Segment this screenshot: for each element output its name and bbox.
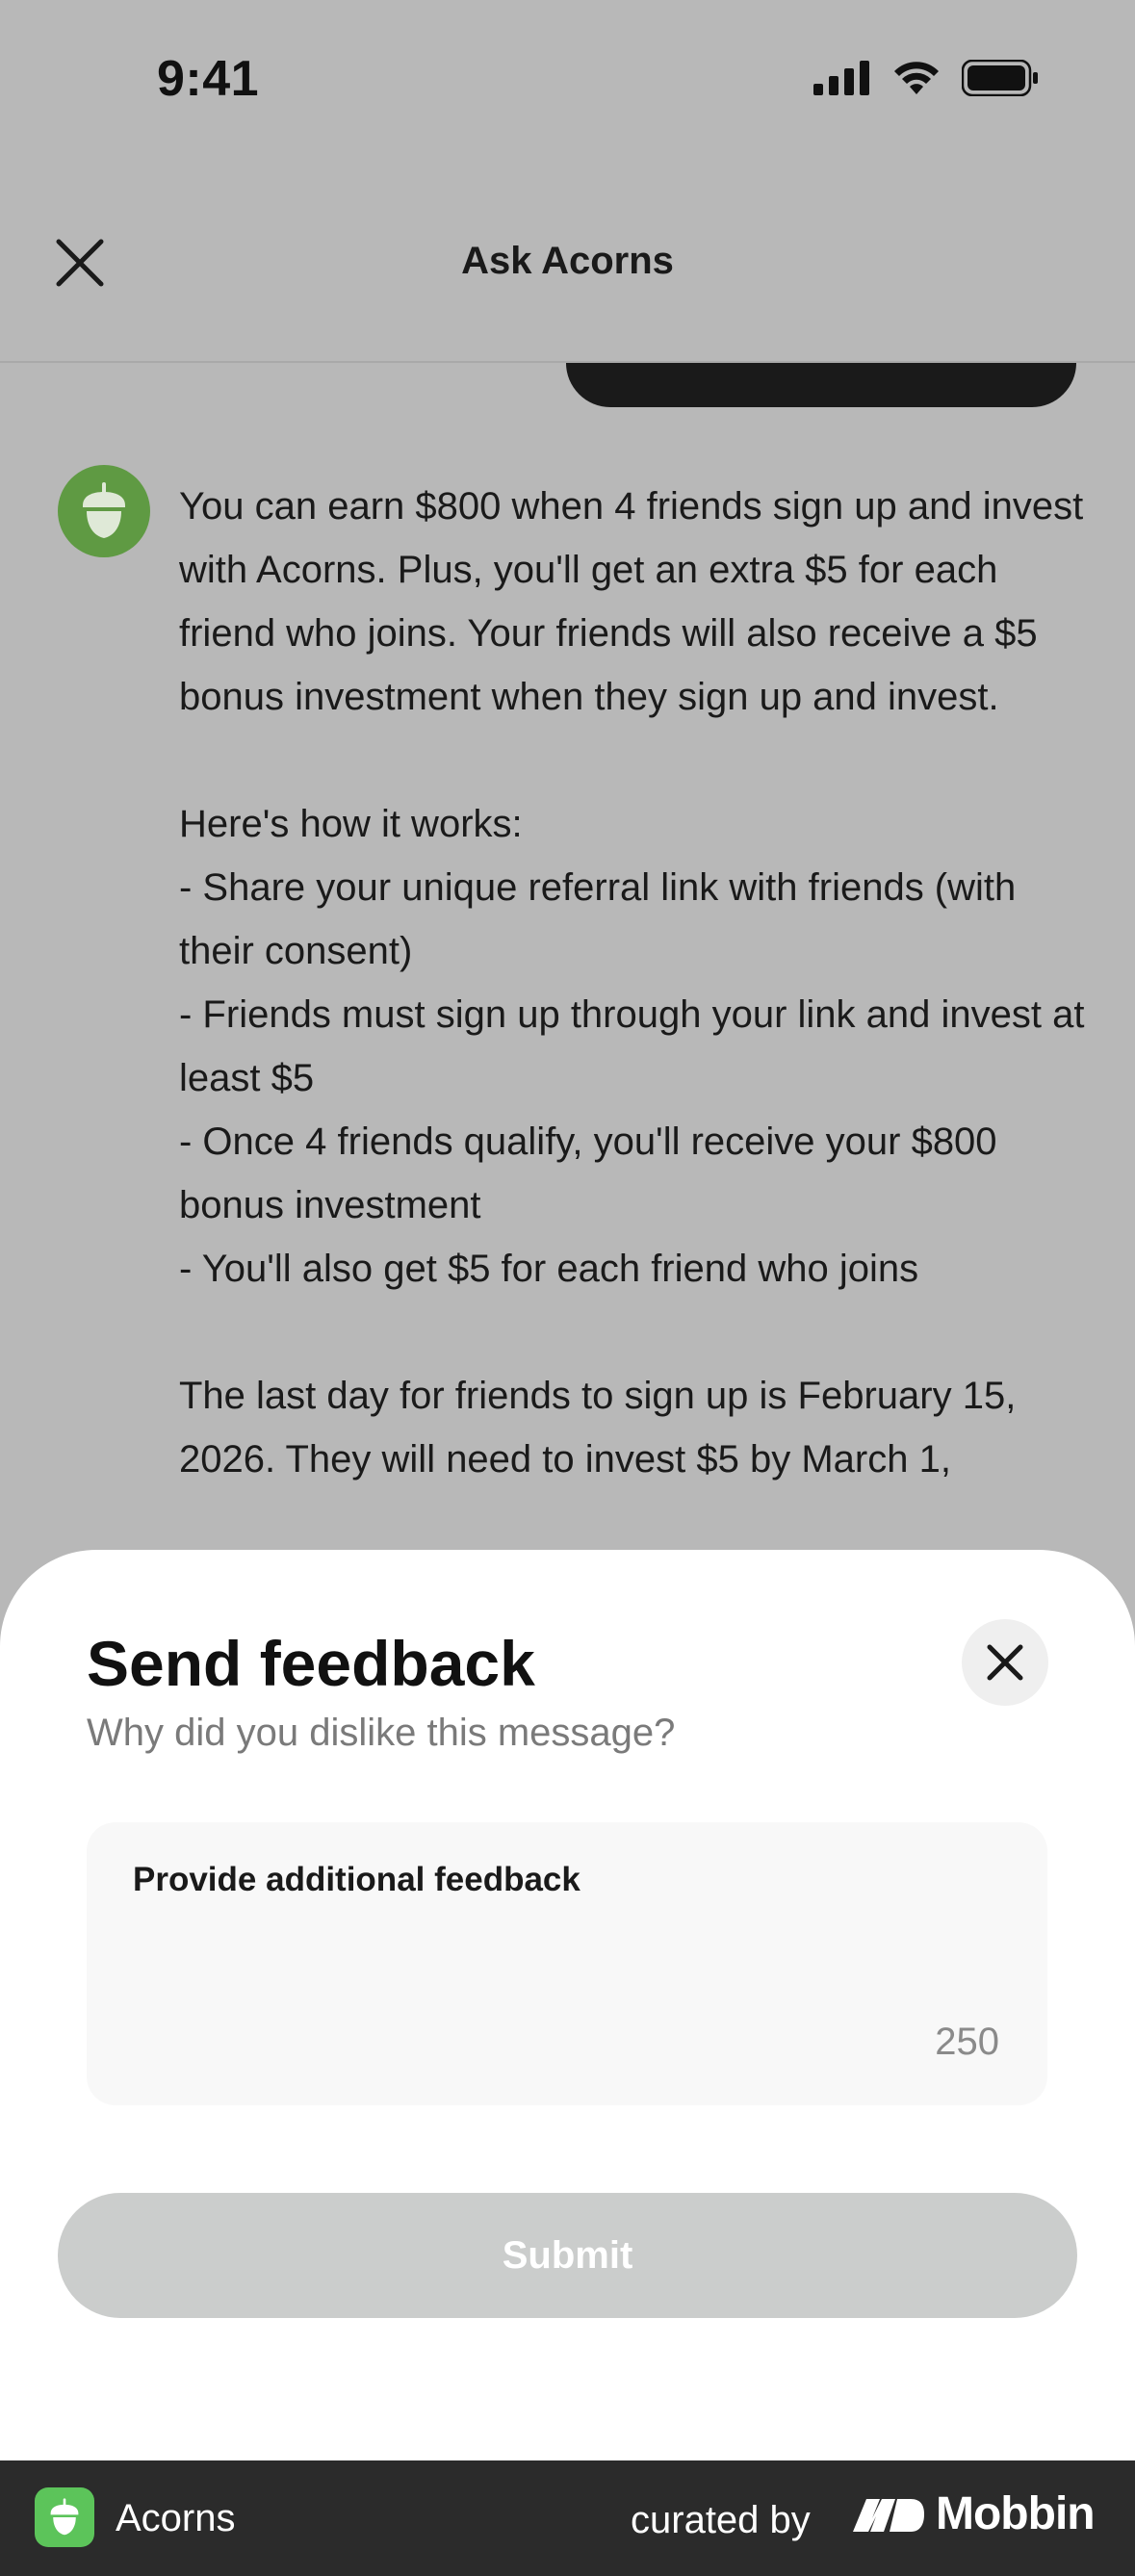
- feedback-field[interactable]: Provide additional feedback 250: [87, 1822, 1047, 2105]
- acorns-app-icon: [35, 2487, 94, 2547]
- close-icon: [987, 1644, 1023, 1681]
- screen: 9:41 Ask Acorns You can earn $800 when 4…: [0, 0, 1135, 2576]
- footer-bar: Acorns curated by Mobbin: [0, 2460, 1135, 2576]
- submit-button[interactable]: Submit: [58, 2193, 1077, 2318]
- bot-message-paragraph: - You'll also get $5 for each friend who…: [179, 1248, 919, 1290]
- acorns-bot-avatar: [58, 465, 150, 557]
- acorn-icon: [50, 2498, 79, 2536]
- wifi-icon: [892, 60, 941, 101]
- feedback-input[interactable]: [133, 1919, 1003, 2019]
- close-sheet-button[interactable]: [962, 1619, 1048, 1706]
- battery-icon: [961, 59, 1039, 101]
- feedback-sheet: Send feedback Why did you dislike this m…: [0, 1550, 1135, 2460]
- sheet-title: Send feedback: [87, 1628, 535, 1699]
- feedback-field-label: Provide additional feedback: [133, 1861, 580, 1898]
- acorn-icon: [83, 482, 125, 538]
- sheet-subtitle: Why did you dislike this message?: [87, 1712, 676, 1754]
- mobbin-logo-icon: [853, 2498, 924, 2532]
- bot-message-paragraph: - Once 4 friends qualify, you'll receive…: [179, 1121, 997, 1226]
- footer-curated-by: curated by: [631, 2499, 811, 2541]
- bot-message-paragraph: The last day for friends to sign up is F…: [179, 1375, 1017, 1481]
- chat-header: Ask Acorns: [0, 168, 1135, 363]
- page-title: Ask Acorns: [461, 240, 674, 282]
- bot-message-paragraph: You can earn $800 when 4 friends sign up…: [179, 485, 1084, 718]
- footer-app-name: Acorns: [116, 2497, 236, 2539]
- footer-brand-name: Mobbin: [936, 2488, 1096, 2539]
- bot-message-paragraph: - Friends must sign up through your link…: [179, 993, 1085, 1099]
- cellular-signal-icon: [813, 61, 871, 100]
- mobbin-brand: Mobbin: [851, 2487, 1096, 2540]
- status-time: 9:41: [157, 51, 260, 107]
- bot-message-paragraph: - Share your unique referral link with f…: [179, 866, 1017, 972]
- status-bar: 9:41: [0, 0, 1135, 168]
- user-message-bubble: [566, 363, 1076, 407]
- status-icons: [813, 59, 1039, 101]
- bot-message: You can earn $800 when 4 friends sign up…: [179, 475, 1094, 1491]
- bot-message-paragraph: Here's how it works:: [179, 803, 523, 845]
- character-counter: 250: [935, 2021, 999, 2063]
